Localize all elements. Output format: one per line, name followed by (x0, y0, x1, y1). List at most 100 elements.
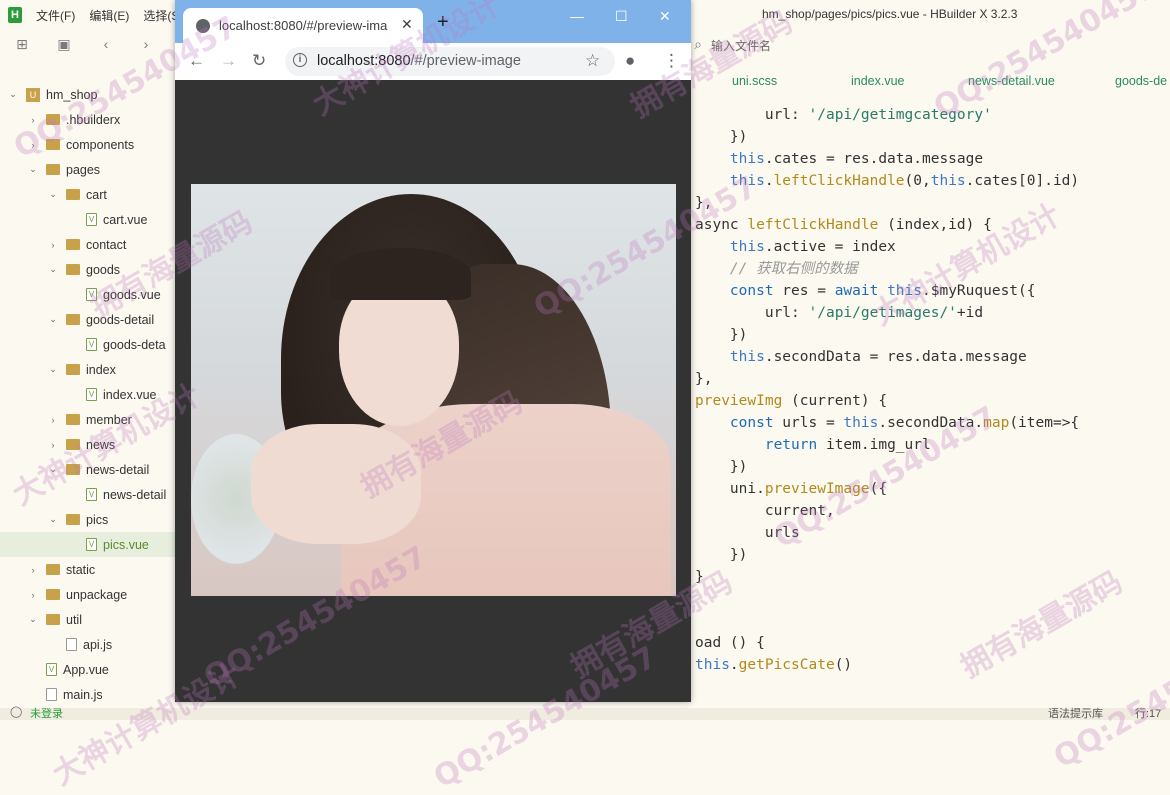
code-line[interactable]: const urls = this.secondData.map(item=>{ (695, 412, 1079, 434)
login-status[interactable]: 未登录 (30, 705, 63, 721)
code-line[interactable]: this.cates = res.data.message (695, 148, 983, 170)
chevron-down-icon[interactable]: ⌄ (8, 89, 18, 100)
tab-index-vue[interactable]: index.vue (851, 74, 905, 88)
sidebar-item[interactable]: main.js (0, 682, 176, 707)
chevron-down-icon[interactable]: ⌄ (48, 364, 58, 375)
code-line[interactable]: return item.img_url (695, 434, 931, 456)
code-line[interactable]: async leftClickHandle (index,id) { (695, 214, 992, 236)
code-editor[interactable]: url: '/api/getimgcategory' }) this.cates… (690, 96, 1170, 696)
sidebar-item[interactable]: › components (0, 132, 176, 157)
chevron-right-icon[interactable]: › (48, 415, 58, 425)
file-search-input[interactable]: 输入文件名 (711, 37, 771, 54)
code-line[interactable]: previewImg (current) { (695, 390, 887, 412)
maximize-icon[interactable]: ☐ (615, 8, 628, 25)
code-line[interactable]: this.secondData = res.data.message (695, 346, 1027, 368)
sidebar-item[interactable]: ⌄ cart (0, 182, 176, 207)
sidebar-item-label: news-detail (103, 487, 167, 502)
code-line[interactable]: url: '/api/getimages/'+id (695, 302, 983, 324)
sidebar-item[interactable]: › member (0, 407, 176, 432)
code-line[interactable]: } (695, 566, 704, 588)
sidebar-item[interactable]: api.js (0, 632, 176, 657)
code-line[interactable]: }) (695, 324, 747, 346)
code-line[interactable]: }, (695, 192, 712, 214)
preview-image[interactable] (191, 184, 676, 596)
chevron-right-icon[interactable]: › (48, 440, 58, 450)
tab-uni-scss[interactable]: uni.scss (732, 74, 777, 88)
syntax-hint-library[interactable]: 语法提示库 (1048, 705, 1103, 721)
sidebar-item[interactable]: Vnews-detail (0, 482, 176, 507)
close-window-icon[interactable]: ✕ (659, 8, 671, 25)
chevron-down-icon[interactable]: ⌄ (48, 314, 58, 325)
code-line[interactable]: }) (695, 456, 747, 478)
reload-icon[interactable]: ↻ (252, 51, 266, 71)
chevron-down-icon[interactable]: ⌄ (28, 614, 38, 625)
tab-news-detail-vue[interactable]: news-detail.vue (968, 74, 1055, 88)
sidebar-item-label: member (86, 412, 132, 427)
code-line[interactable]: urls (695, 522, 800, 544)
chevron-right-icon[interactable]: › (28, 115, 38, 125)
code-line[interactable]: url: '/api/getimgcategory' (695, 104, 992, 126)
address-bar[interactable]: i localhost:8080/#/preview-image ☆ (285, 47, 615, 76)
code-line[interactable]: // 获取右侧的数据 (695, 258, 858, 280)
menu-edit[interactable]: 编辑(E) (89, 7, 129, 24)
code-line[interactable]: oad () { (695, 632, 765, 654)
sidebar-item[interactable]: › news (0, 432, 176, 457)
sidebar-item[interactable]: ⌄ util (0, 607, 176, 632)
sidebar-item[interactable]: › contact (0, 232, 176, 257)
sidebar-item[interactable]: › .hbuilderx (0, 107, 176, 132)
code-line[interactable]: current, (695, 500, 835, 522)
address-url[interactable]: localhost:8080/#/preview-image (317, 53, 521, 69)
chevron-down-icon[interactable]: ⌄ (48, 464, 58, 475)
code-line[interactable]: }, (695, 368, 712, 390)
menu-select[interactable]: 选择(S (143, 7, 179, 24)
save-icon[interactable]: ▣ (56, 36, 72, 52)
menu-file[interactable]: 文件(F) (36, 7, 75, 24)
sidebar-item[interactable]: ⌄ Uhm_shop (0, 82, 176, 107)
code-line[interactable]: const res = await this.$myRuquest({ (695, 280, 1036, 302)
new-tab-icon[interactable]: + (437, 12, 449, 32)
back-arrow-icon[interactable]: ← (188, 51, 205, 71)
browser-tab[interactable]: localhost:8080/#/preview-ima ✕ (183, 8, 423, 43)
chevron-down-icon[interactable]: ⌄ (48, 514, 58, 525)
chevron-right-icon[interactable]: › (28, 565, 38, 575)
sidebar-item[interactable]: Vpics.vue (0, 532, 176, 557)
bookmark-star-icon[interactable]: ☆ (585, 51, 600, 71)
code-line[interactable]: this.leftClickHandle(0,this.cates[0].id) (695, 170, 1079, 192)
sidebar-item[interactable]: ⌄ goods-detail (0, 307, 176, 332)
code-line[interactable]: this.active = index (695, 236, 896, 258)
chevron-right-icon[interactable]: › (28, 140, 38, 150)
sidebar-item[interactable]: ⌄ pages (0, 157, 176, 182)
chevron-down-icon[interactable]: ⌄ (48, 264, 58, 275)
sidebar-item[interactable]: Vgoods-deta (0, 332, 176, 357)
info-icon[interactable]: i (293, 53, 307, 67)
sidebar-item[interactable]: ⌄ pics (0, 507, 176, 532)
new-file-icon[interactable]: ⊞ (14, 36, 30, 52)
back-icon[interactable]: ‹ (98, 36, 114, 52)
chevron-down-icon[interactable]: ⌄ (28, 164, 38, 175)
sidebar-item[interactable]: V App.vue (0, 657, 176, 682)
profile-icon[interactable]: ● (625, 51, 635, 71)
sidebar-item[interactable]: › unpackage (0, 582, 176, 607)
bangs-shape (331, 248, 471, 300)
chevron-down-icon[interactable]: ⌄ (48, 189, 58, 200)
sidebar-item[interactable]: ⌄ goods (0, 257, 176, 282)
minimize-icon[interactable]: — (570, 8, 584, 24)
chevron-right-icon[interactable]: › (28, 590, 38, 600)
forward-icon[interactable]: › (138, 36, 154, 52)
tab-goods-detail-vue[interactable]: goods-de (1115, 74, 1167, 88)
close-tab-icon[interactable]: ✕ (401, 16, 413, 33)
code-line[interactable]: this.getPicsCate() (695, 654, 852, 676)
forward-arrow-icon[interactable]: → (220, 51, 237, 71)
code-line[interactable]: }) (695, 126, 747, 148)
code-line[interactable]: uni.previewImage({ (695, 478, 887, 500)
code-line[interactable]: }) (695, 544, 747, 566)
sidebar-item[interactable]: ⌄ news-detail (0, 457, 176, 482)
menu-kebab-icon[interactable]: ⋮ (663, 51, 680, 71)
sidebar-item[interactable]: › static (0, 557, 176, 582)
sidebar-item[interactable]: Vcart.vue (0, 207, 176, 232)
chevron-right-icon[interactable]: › (48, 240, 58, 250)
sidebar-item[interactable]: Vgoods.vue (0, 282, 176, 307)
sidebar-item[interactable]: Vindex.vue (0, 382, 176, 407)
sidebar-item[interactable]: ⌄ index (0, 357, 176, 382)
search-icon[interactable]: ⌕ (690, 36, 706, 52)
